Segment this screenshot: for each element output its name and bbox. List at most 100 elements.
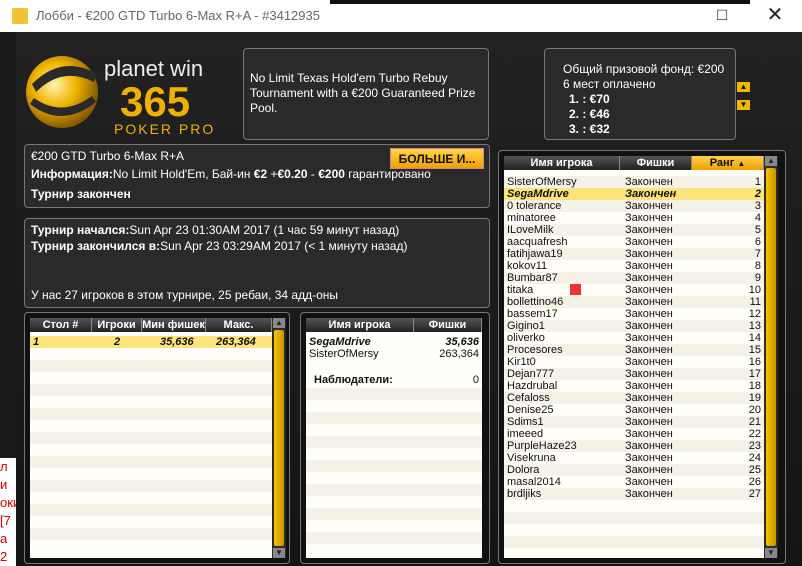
player-name: minatoree (507, 212, 556, 224)
player-name: titaka (507, 284, 534, 296)
table-row[interactable]: imeeed Закончен 22 (504, 428, 764, 440)
tables-scrollbar[interactable]: ▲ ▼ (272, 318, 286, 558)
table-row[interactable]: fatihjawa19 Закончен 7 (504, 248, 764, 260)
player-chips: Закончен (625, 368, 673, 380)
table-row[interactable]: bollettino46 Закончен 11 (504, 296, 764, 308)
player-name: Denise25 (507, 404, 554, 416)
table-row[interactable]: Cefaloss Закончен 19 (504, 392, 764, 404)
table-row[interactable]: SisterOfMersy Закончен 1 (504, 176, 764, 188)
scroll-up-icon[interactable]: ▲ (765, 156, 777, 166)
player-name: Cefaloss (507, 392, 550, 404)
empty-row (306, 520, 482, 532)
close-icon[interactable]: ✕ (752, 0, 798, 30)
list-item[interactable]: SegaMdrive 35,636 (306, 336, 482, 348)
empty-row (30, 384, 272, 396)
end-time: Турнир закончился в:Sun Apr 23 03:29AM 2… (31, 239, 407, 253)
player-name: SisterOfMersy (507, 176, 577, 188)
dash-sign: - (310, 167, 315, 181)
empty-row (504, 500, 764, 512)
table-row[interactable]: Bumbar87 Закончен 9 (504, 272, 764, 284)
player-chips: Закончен (625, 428, 673, 440)
empty-row (504, 536, 764, 548)
player-chips: Закончен (625, 308, 673, 320)
player-chips: Закончен (625, 356, 673, 368)
table-row[interactable]: Kir1t0 Закончен 16 (504, 356, 764, 368)
col-table-number[interactable]: Стол # (30, 318, 92, 332)
table-row[interactable]: Procesores Закончен 15 (504, 344, 764, 356)
table-row[interactable]: Visekruna Закончен 24 (504, 452, 764, 464)
player-rank: 20 (748, 404, 761, 416)
col-min-chips[interactable]: Мин фишек (142, 318, 206, 332)
player-chips: Закончен (625, 344, 673, 356)
table-row[interactable]: bassem17 Закончен 12 (504, 308, 764, 320)
col-chips[interactable]: Фишки (414, 318, 482, 332)
tournament-name: €200 GTD Turbo 6-Max R+A (31, 149, 185, 163)
prize-scroll-up-button[interactable]: ▲ (737, 82, 750, 92)
table-row[interactable]: titaka Закончен 10 (504, 284, 764, 296)
col-chips[interactable]: Фишки (620, 156, 692, 170)
prize-panel: Общий призовой фонд: €200 6 мест оплачен… (544, 48, 736, 140)
player-rank: 10 (748, 284, 761, 296)
table-row[interactable]: Dolora Закончен 25 (504, 464, 764, 476)
player-name: Dolora (507, 464, 540, 476)
empty-row (30, 480, 272, 492)
start-text: Sun Apr 23 01:30AM 2017 (1 час 59 минут … (129, 223, 400, 237)
table-row[interactable]: 0 tolerance Закончен 3 (504, 200, 764, 212)
table-row[interactable]: masal2014 Закончен 26 (504, 476, 764, 488)
table-row[interactable]: minatoree Закончен 4 (504, 212, 764, 224)
player-rank: 26 (748, 476, 761, 488)
table-players-list: Имя игрока Фишки SegaMdrive 35,636 Siste… (306, 318, 482, 558)
players-scrollbar[interactable]: ▲ ▼ (764, 156, 778, 558)
col-player-name[interactable]: Имя игрока (306, 318, 414, 332)
more-info-button[interactable]: БОЛЬШЕ И... (390, 148, 484, 169)
table-row[interactable]: Sdims1 Закончен 21 (504, 416, 764, 428)
table-row[interactable]: brdljiks Закончен 27 (504, 488, 764, 500)
scroll-down-icon[interactable]: ▼ (273, 548, 285, 558)
player-name: fatihjawa19 (507, 248, 563, 260)
col-player-name[interactable]: Имя игрока (504, 156, 620, 170)
table-row[interactable]: PurpleHaze23 Закончен 23 (504, 440, 764, 452)
player-chips: Закончен (625, 476, 673, 488)
player-name: ILoveMilk (507, 224, 554, 236)
prize-place-2: 2. : €46 (569, 107, 610, 121)
list-item[interactable]: SisterOfMersy 263,364 (306, 348, 482, 360)
player-name: Gigino1 (507, 320, 545, 332)
table-row[interactable]: kokov11 Закончен 8 (504, 260, 764, 272)
end-text: Sun Apr 23 03:29AM 2017 (< 1 минуту наза… (160, 239, 408, 253)
col-players[interactable]: Игроки (92, 318, 142, 332)
col-max-chips[interactable]: Макс. Фишек (206, 318, 272, 345)
table-row[interactable]: Denise25 Закончен 20 (504, 404, 764, 416)
player-rank: 8 (754, 260, 761, 272)
table-row[interactable]: oliverko Закончен 14 (504, 332, 764, 344)
empty-row (306, 472, 482, 484)
prize-scroll-down-button[interactable]: ▼ (737, 100, 750, 110)
col-rank[interactable]: Ранг ▲ (692, 156, 764, 170)
empty-row (306, 532, 482, 544)
times-panel: Турнир начался:Sun Apr 23 01:30AM 2017 (… (24, 218, 490, 308)
scroll-down-icon[interactable]: ▼ (765, 548, 777, 558)
guarantee-value: €200 (318, 167, 345, 181)
table-row[interactable]: SegaMdrive Закончен 2 (504, 188, 764, 200)
table-row[interactable]: Hazdrubal Закончен 18 (504, 380, 764, 392)
tournament-info: Информация:No Limit Hold'Em, Бай-ин €2 +… (31, 167, 431, 181)
table-row[interactable]: 1 2 35,636 263,364 (30, 336, 272, 348)
paid-places: 6 мест оплачено (563, 77, 656, 91)
scroll-up-icon[interactable]: ▲ (273, 318, 285, 328)
prize-total: Общий призовой фонд: €200 (563, 62, 725, 76)
empty-row (30, 540, 272, 552)
player-rank: 27 (748, 488, 761, 500)
player-name: Kir1t0 (507, 356, 536, 368)
player-name: brdljiks (507, 488, 542, 500)
scroll-thumb[interactable] (766, 168, 776, 546)
window-titlebar: Лобби - €200 GTD Turbo 6-Max R+A - #3412… (0, 0, 802, 32)
table-row[interactable]: Dejan777 Закончен 17 (504, 368, 764, 380)
scroll-thumb[interactable] (274, 330, 284, 546)
table-row[interactable]: ILoveMilk Закончен 5 (504, 224, 764, 236)
fee-value: €0.20 (277, 167, 308, 181)
empty-row (306, 412, 482, 424)
table-row[interactable]: Gigino1 Закончен 13 (504, 320, 764, 332)
maximize-icon[interactable]: ☐ (702, 0, 742, 30)
player-status-marker (570, 284, 581, 295)
table-row[interactable]: aacquafresh Закончен 6 (504, 236, 764, 248)
player-rank: 5 (754, 224, 761, 236)
